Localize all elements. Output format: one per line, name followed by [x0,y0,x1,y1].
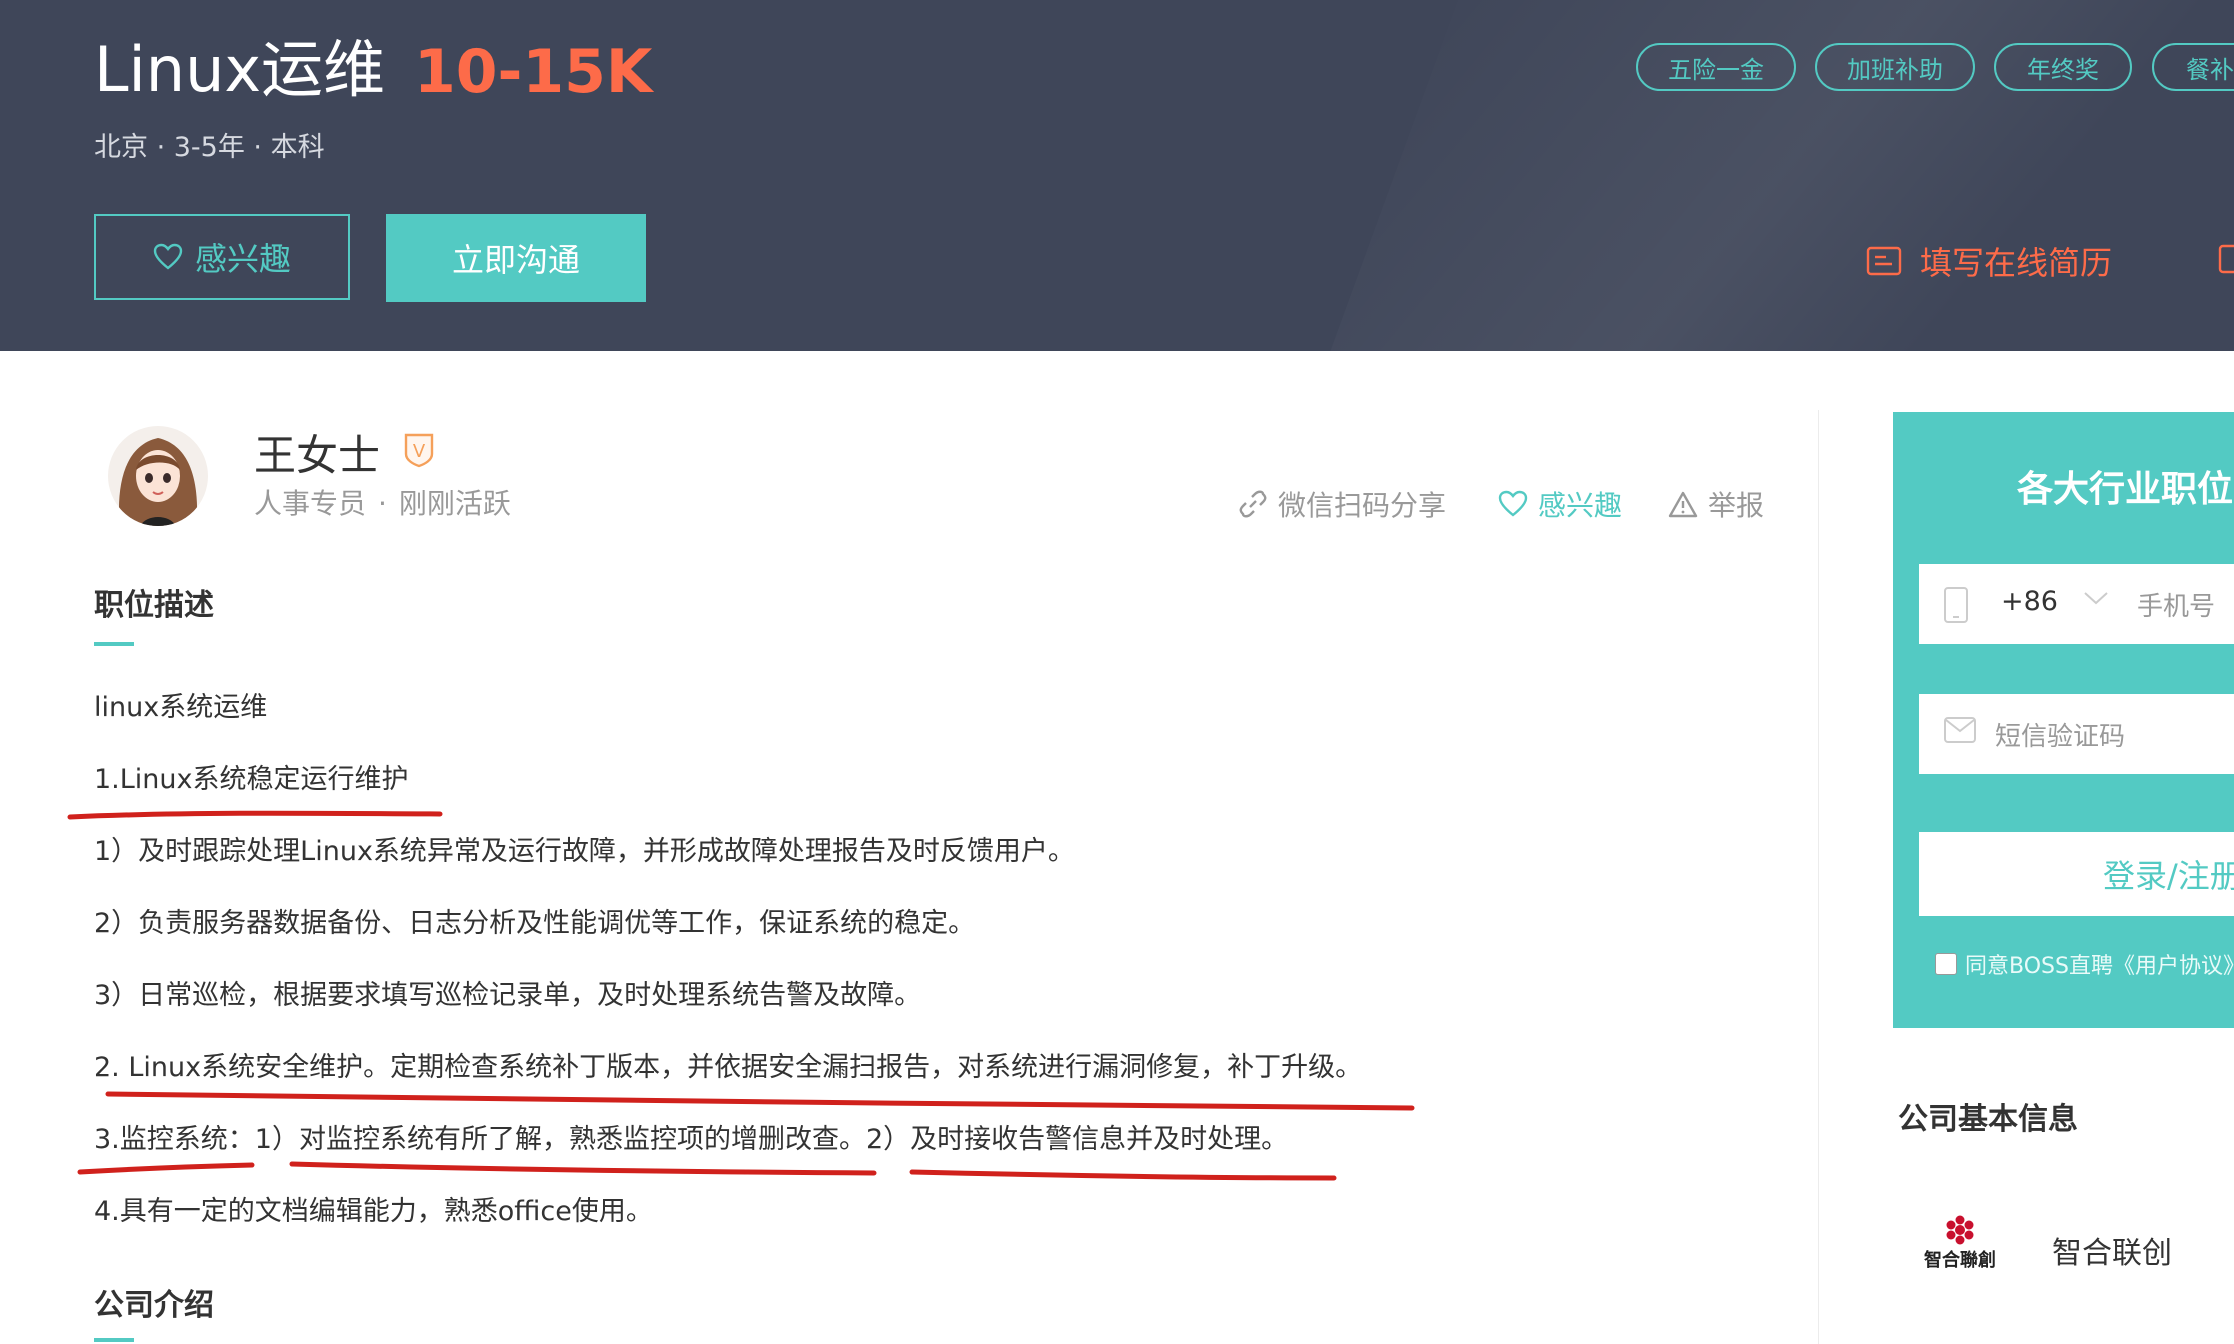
login-panel: 各大行业职位 +86 手机号 短信验证码 登录/注册 同意BOSS直聘《用户协议… [1893,412,2234,1028]
online-resume-label: 填写在线简历 [1920,244,2113,282]
benefit-tag: 加班补助 [1815,43,1975,91]
company-logo-text: 智合聯創 [1924,1249,1996,1271]
phone-icon [1944,587,1968,623]
interest-button[interactable]: 感兴趣 [94,214,350,300]
chat-now-label: 立即沟通 [451,241,580,279]
phone-field[interactable]: +86 手机号 [1919,564,2234,644]
description-line: 1.Linux系统稳定运行维护 [94,764,409,795]
wechat-share-label: 微信扫码分享 [1278,489,1447,522]
column-divider [1818,410,1819,1344]
description-line: linux系统运维 [94,692,268,723]
annotation-underline [289,1161,877,1176]
recruiter-title: 人事专员 [254,487,367,520]
description-line: 4.具有一定的文档编辑能力，熟悉office使用。 [94,1196,653,1227]
company-info-title: 公司基本信息 [1898,1102,2078,1137]
interest-action-label: 感兴趣 [1538,489,1623,522]
job-description-title: 职位描述 [94,588,214,623]
description-line: 3）日常巡检，根据要求填写巡检记录单，及时处理系统告警及故障。 [94,980,922,1011]
job-meta: 北京 · 3-5年 · 本科 [94,132,325,163]
description-line: 3.监控系统：1）对监控系统有所了解，熟悉监控项的增删改查。2）及时接收告警信息… [94,1124,1289,1155]
agreement-row[interactable]: 同意BOSS直聘《用户协议》 [1935,948,2234,980]
interest-button-label: 感兴趣 [194,240,291,278]
login-panel-title: 各大行业职位 [2017,469,2234,510]
chat-now-button[interactable]: 立即沟通 [386,214,646,302]
company-name[interactable]: 智合联创 [2052,1228,2172,1272]
benefit-tag: 年终奖 [1994,43,2132,91]
section-underline [94,642,134,646]
recruiter-subtitle: 人事专员 · 刚刚活跃 [254,482,511,522]
verified-badge-text: V [413,441,426,462]
annotation-underline [105,1091,1415,1111]
separator-dot: · [378,487,387,520]
wechat-share-button[interactable]: 微信扫码分享 [1238,484,1446,524]
message-icon [1944,717,1976,743]
recruiter-status: 刚刚活跃 [398,487,511,520]
interest-action-button[interactable]: 感兴趣 [1498,484,1622,524]
country-code-select[interactable]: +86 [2001,586,2058,617]
warning-icon [1668,491,1698,518]
description-line: 2）负责服务器数据备份、日志分析及性能调优等工作，保证系统的稳定。 [94,908,976,939]
link-icon [1239,490,1267,518]
agreement-checkbox[interactable] [1935,953,1957,975]
annotation-underline [77,1162,255,1175]
verified-badge-icon: V [404,433,434,468]
heart-icon [153,243,183,270]
report-button[interactable]: 举报 [1668,484,1764,524]
salary: 10-15K [414,37,653,107]
online-resume-link[interactable]: 填写在线简历 [1866,238,2112,284]
benefit-tag: 餐补 [2152,43,2234,91]
edit-icon[interactable] [2218,244,2234,274]
resume-icon [1866,246,1902,276]
heart-icon [1498,490,1528,517]
sms-code-field[interactable]: 短信验证码 [1919,694,2234,774]
company-logo: 智合聯創 [1924,1215,1996,1271]
chevron-down-icon[interactable] [2083,590,2109,606]
login-register-button[interactable]: 登录/注册 [1919,832,2234,916]
job-header: Linux运维 10-15K 北京 · 3-5年 · 本科 感兴趣 立即沟通 五… [0,0,2234,351]
report-label: 举报 [1708,489,1765,522]
description-line: 2. Linux系统安全维护。定期检查系统补丁版本，并依据安全漏扫报告，对系统进… [94,1052,1363,1083]
company-intro-title: 公司介绍 [94,1288,214,1323]
description-line: 1）及时跟踪处理Linux系统异常及运行故障，并形成故障处理报告及时反馈用户。 [94,836,1075,867]
section-underline [94,1338,134,1342]
login-register-label: 登录/注册 [2103,857,2234,895]
job-title: Linux运维 [94,33,386,106]
agreement-label: 同意BOSS直聘《用户协议》 [1965,954,2234,979]
sms-input-placeholder[interactable]: 短信验证码 [1995,716,2125,753]
annotation-underline [67,810,443,820]
benefit-tag: 五险一金 [1636,43,1796,91]
annotation-underline [909,1169,1337,1181]
recruiter-avatar [108,426,208,526]
recruiter-name: 王女士 [254,431,381,480]
phone-input-placeholder[interactable]: 手机号 [2137,586,2215,623]
